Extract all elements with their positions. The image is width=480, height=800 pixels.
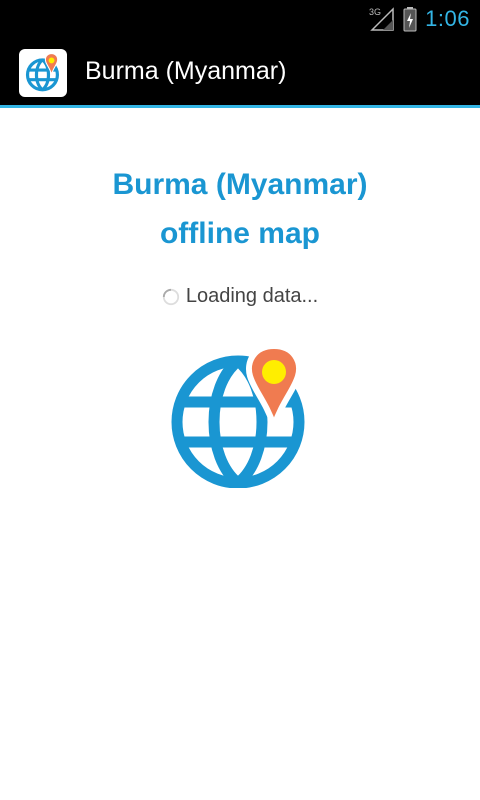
status-icons: 3G 1:06 bbox=[369, 0, 470, 38]
globe-pin-icon bbox=[25, 53, 59, 92]
signal-3g-icon: 3G bbox=[369, 7, 394, 31]
action-bar: Burma (Myanmar) bbox=[0, 38, 480, 108]
clock: 1:06 bbox=[425, 6, 470, 31]
app-icon[interactable] bbox=[19, 49, 67, 97]
battery-charging-icon bbox=[403, 7, 417, 32]
status-bar: 3G 1:06 bbox=[0, 0, 480, 38]
title-line-1: Burma (Myanmar) bbox=[112, 168, 368, 201]
globe-pin-logo-icon bbox=[171, 342, 305, 488]
svg-text:3G: 3G bbox=[369, 7, 381, 17]
loading-text: Loading data... bbox=[185, 285, 319, 307]
page-title: Burma (Myanmar) offline map bbox=[0, 160, 480, 258]
app-title: Burma (Myanmar) bbox=[85, 57, 287, 85]
loading-indicator: Loading data... bbox=[0, 285, 480, 308]
spinner-icon bbox=[162, 288, 179, 305]
title-line-2: offline map bbox=[159, 217, 320, 250]
